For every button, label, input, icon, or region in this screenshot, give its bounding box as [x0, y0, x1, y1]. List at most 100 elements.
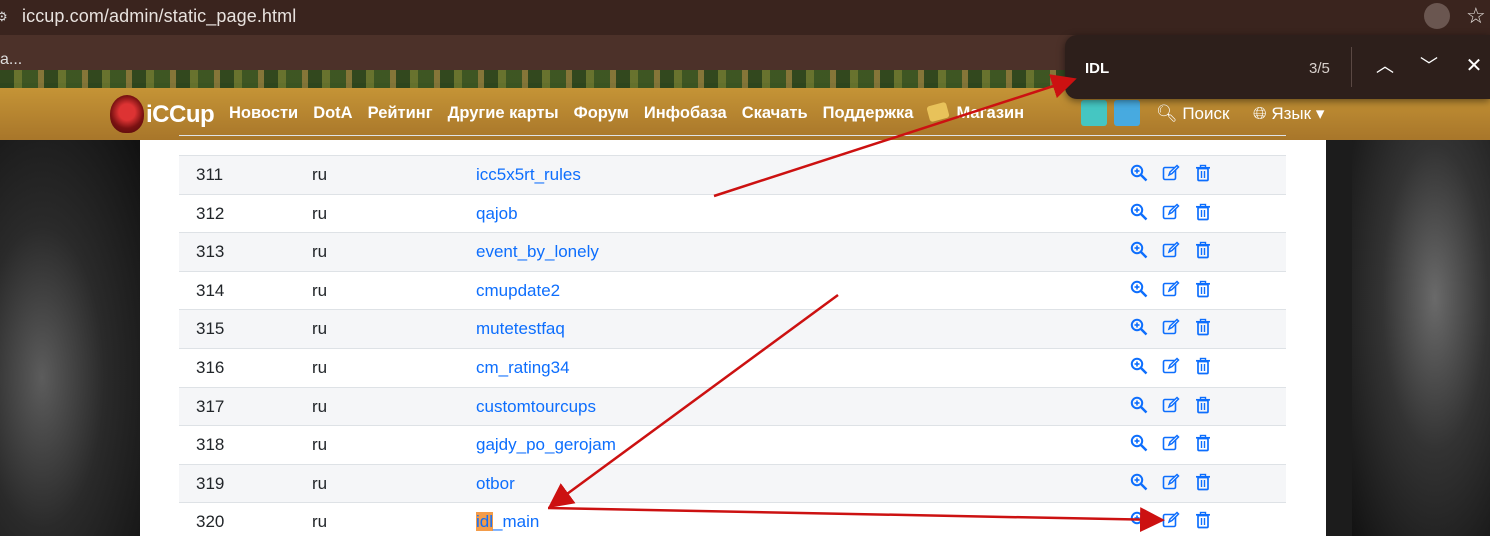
address-bar: ⚙ iccup.com/admin/static_page.html ☆ [0, 0, 1490, 35]
page-lang: ru [312, 165, 328, 184]
table-row: 311 ru icc5x5rt_rules [179, 155, 1286, 194]
delete-icon[interactable] [1194, 241, 1212, 259]
search-label: Поиск [1182, 104, 1230, 123]
find-divider [1351, 47, 1352, 87]
page-lang: ru [312, 357, 328, 377]
find-input[interactable]: IDL [1085, 60, 1109, 77]
view-icon[interactable] [1130, 280, 1148, 298]
row-actions [1130, 318, 1212, 336]
delete-icon[interactable] [1194, 280, 1212, 298]
page-name-link[interactable]: qajob [476, 204, 518, 224]
edit-icon[interactable] [1162, 357, 1180, 375]
row-actions [1130, 203, 1212, 221]
chevron-up-icon[interactable]: ︿ [1374, 55, 1396, 77]
delete-icon[interactable] [1194, 396, 1212, 414]
row-actions [1130, 241, 1212, 259]
nav-dota[interactable]: DotA [313, 104, 352, 123]
find-in-page-bar: IDL 3/5 ︿ ﹀ ✕ [1065, 35, 1490, 99]
page-name-link[interactable]: gajdy_po_gerojam [476, 435, 616, 455]
page-name-link[interactable]: cm_rating34 [476, 358, 570, 378]
nav-support[interactable]: Поддержка [823, 104, 914, 123]
page-lang: ru [312, 473, 328, 493]
static-pages-table: 311 ru icc5x5rt_rules 312 ru qajob 313 r… [179, 135, 1286, 536]
page-id: 312 [196, 203, 225, 223]
row-actions [1130, 434, 1212, 452]
table-row: 312 ru qajob [179, 193, 1286, 233]
table-row: 315 ru mutetestfaq [179, 309, 1286, 348]
caret-down-icon: ▾ [1315, 104, 1325, 123]
page-id: 317 [196, 396, 225, 416]
edit-icon[interactable] [1162, 241, 1180, 259]
profile-icon[interactable] [1114, 100, 1140, 126]
table-row-partial [179, 135, 1286, 155]
edit-icon[interactable] [1162, 434, 1180, 452]
delete-icon[interactable] [1194, 473, 1212, 491]
row-actions [1130, 280, 1212, 298]
delete-icon[interactable] [1194, 164, 1212, 182]
search-icon: 🔍︎ [1156, 104, 1178, 123]
nav-infobase[interactable]: Инфобаза [644, 104, 727, 123]
nav-news[interactable]: Новости [229, 104, 298, 123]
find-match-count: 3/5 [1309, 60, 1330, 77]
page-lang: ru [312, 280, 328, 300]
page-id: 316 [196, 357, 225, 377]
view-icon[interactable] [1130, 318, 1148, 336]
view-icon[interactable] [1130, 203, 1148, 221]
page-id: 313 [196, 242, 225, 262]
delete-icon[interactable] [1194, 434, 1212, 452]
site-logo[interactable]: iCCup [110, 95, 215, 135]
view-icon[interactable] [1130, 434, 1148, 452]
edit-icon[interactable] [1162, 203, 1180, 221]
page-name-link[interactable]: event_by_lonely [476, 242, 599, 262]
delete-icon[interactable] [1194, 511, 1212, 529]
chevron-down-icon[interactable]: ﹀ [1418, 55, 1440, 77]
edit-icon[interactable] [1162, 280, 1180, 298]
logo-text: iCCup [146, 101, 215, 128]
delete-icon[interactable] [1194, 203, 1212, 221]
table-row: 317 ru customtourcups [179, 386, 1286, 426]
view-icon[interactable] [1130, 473, 1148, 491]
language-menu[interactable]: 🌐︎ Язык ▾ [1253, 104, 1324, 124]
page-name-link[interactable]: icc5x5rt_rules [476, 165, 581, 185]
edit-icon[interactable] [1162, 164, 1180, 182]
close-icon[interactable]: ✕ [1463, 55, 1485, 77]
table-row: 320 ru idl_main [179, 502, 1286, 536]
site-info-icon[interactable]: ⚙ [0, 9, 8, 24]
page-lang: ru [312, 242, 328, 262]
view-icon[interactable] [1130, 164, 1148, 182]
delete-icon[interactable] [1194, 357, 1212, 375]
page-name-link[interactable]: cmupdate2 [476, 281, 560, 301]
view-icon[interactable] [1130, 357, 1148, 375]
lens-search-icon[interactable] [1424, 3, 1450, 29]
view-icon[interactable] [1130, 511, 1148, 529]
nav-shop[interactable]: Магазин [926, 101, 1024, 123]
search-link[interactable]: 🔍︎ Поиск [1156, 104, 1229, 124]
edit-icon[interactable] [1162, 511, 1180, 529]
page-name-link[interactable]: idl_main [476, 512, 539, 532]
admin-icon[interactable] [1081, 100, 1107, 126]
table-row: 318 ru gajdy_po_gerojam [179, 425, 1286, 464]
row-actions [1130, 396, 1212, 414]
bookmark-item[interactable]: a... [0, 51, 22, 69]
logo-emblem-icon [110, 95, 144, 133]
page-lang: ru [312, 512, 328, 532]
view-icon[interactable] [1130, 396, 1148, 414]
page-name-link[interactable]: mutetestfaq [476, 319, 565, 339]
delete-icon[interactable] [1194, 318, 1212, 336]
edit-icon[interactable] [1162, 318, 1180, 336]
view-icon[interactable] [1130, 241, 1148, 259]
nav-rating[interactable]: Рейтинг [368, 104, 433, 123]
edit-icon[interactable] [1162, 473, 1180, 491]
page-name-link[interactable]: otbor [476, 474, 515, 494]
row-actions [1130, 511, 1212, 529]
nav-forum[interactable]: Форум [574, 104, 629, 123]
table-row: 314 ru cmupdate2 [179, 270, 1286, 310]
bookmark-star-icon[interactable]: ☆ [1466, 3, 1486, 29]
url-field[interactable]: iccup.com/admin/static_page.html [22, 6, 296, 27]
edit-icon[interactable] [1162, 396, 1180, 414]
row-actions [1130, 164, 1212, 182]
page-id: 320 [196, 512, 225, 532]
nav-other-maps[interactable]: Другие карты [448, 104, 559, 123]
page-name-link[interactable]: customtourcups [476, 397, 596, 417]
nav-download[interactable]: Скачать [742, 104, 808, 123]
